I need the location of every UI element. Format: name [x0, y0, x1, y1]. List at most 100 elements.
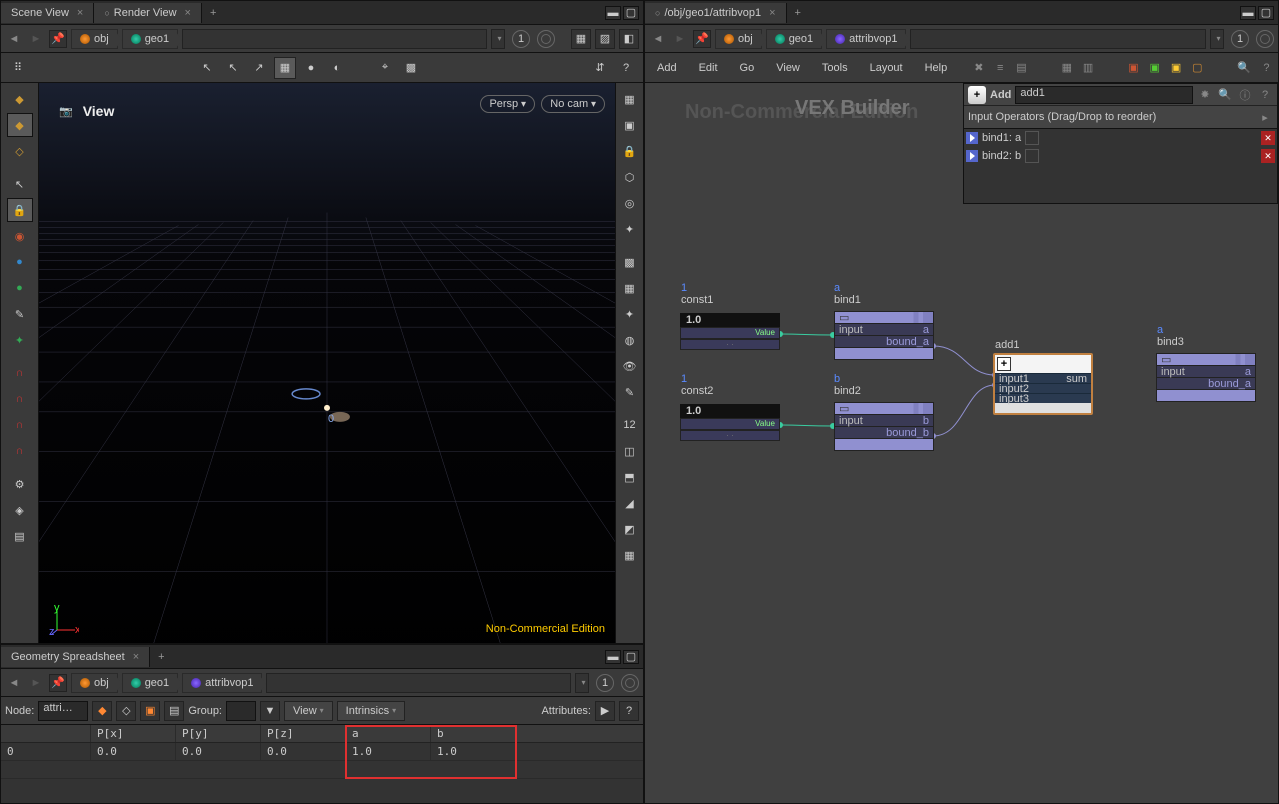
minimize-pane-icon[interactable]: ▬ [605, 6, 621, 20]
shelf-geo-yellow-icon[interactable]: ◆ [7, 87, 33, 111]
minimize-pane-icon[interactable]: ▬ [1240, 6, 1256, 20]
toolbar-btn-c[interactable]: ◧ [619, 29, 639, 49]
bars-icon[interactable]: ▤ [1016, 60, 1027, 76]
take-number[interactable]: 1 [1231, 30, 1249, 48]
attr-play-icon[interactable]: ▶ [595, 701, 615, 721]
nav-back-icon[interactable]: ◄ [649, 30, 667, 48]
node-const2-rail[interactable]: Value [680, 418, 780, 430]
promote-icon[interactable] [1025, 131, 1039, 145]
class-prim-icon[interactable]: ▣ [140, 701, 160, 721]
rshelf-icon-2[interactable]: ▣ [617, 113, 643, 137]
path-dropdown-icon[interactable] [1210, 29, 1224, 49]
menu-add[interactable]: Add [651, 58, 683, 78]
toolbar-btn-a[interactable]: ▦ [571, 29, 591, 49]
menu-layout[interactable]: Layout [864, 58, 909, 78]
path-dropdown-icon[interactable] [575, 673, 589, 693]
rshelf-brush-icon[interactable]: ✎ [617, 380, 643, 404]
shelf-gear-icon[interactable]: ⚙ [7, 472, 33, 496]
shelf-sphere-icon[interactable]: ● [7, 250, 33, 274]
shelf-edit-icon[interactable]: ✎ [7, 302, 33, 326]
col-a[interactable]: a [346, 725, 431, 742]
promote-icon[interactable] [1025, 149, 1039, 163]
shelf-globe-icon[interactable]: ● [7, 276, 33, 300]
nav-fwd-icon[interactable]: ► [27, 30, 45, 48]
shelf-geo-sel-icon[interactable]: ◆ [7, 113, 33, 137]
menu-go[interactable]: Go [734, 58, 761, 78]
path-dropdown-icon[interactable] [491, 29, 505, 49]
node-name-field[interactable]: add1 [1015, 86, 1193, 104]
rshelf-icon-5[interactable]: ✦ [617, 217, 643, 241]
camera-dropdown[interactable]: No cam ▾ [541, 95, 605, 113]
ring-icon[interactable] [537, 30, 555, 48]
search-icon[interactable]: 🔍 [1237, 60, 1251, 76]
tool-icon-5[interactable]: ⇵ [589, 57, 611, 79]
shelf-paper-icon[interactable]: ▤ [7, 524, 33, 548]
shelf-lock-icon[interactable]: 🔒 [7, 198, 33, 222]
shelf-misc-icon[interactable]: ◈ [7, 498, 33, 522]
rshelf-eye-icon[interactable]: 👁 [617, 354, 643, 378]
node-bind1[interactable]: ▭ inputa bound_a [834, 311, 934, 360]
take-number[interactable]: 1 [512, 30, 530, 48]
crumb-attribvop1[interactable]: attribvop1 [182, 673, 262, 693]
color-b-icon[interactable]: ▣ [1149, 60, 1160, 76]
pin-icon[interactable]: 📌 [693, 30, 711, 48]
maximize-pane-icon[interactable]: ▢ [623, 650, 639, 664]
crumb-obj[interactable]: obj [71, 673, 118, 693]
rshelf-icon-7[interactable]: ▦ [617, 276, 643, 300]
network-canvas[interactable]: Non-Commercial Edition VEX Builder + Add… [645, 83, 1278, 803]
rshelf-num-icon[interactable]: 12 [617, 413, 643, 437]
input-row[interactable]: bind2: b ✕ [964, 147, 1277, 165]
rshelf-icon-3[interactable]: ⬡ [617, 165, 643, 189]
crumb-geo1[interactable]: geo1 [122, 673, 178, 693]
tool-icon-3[interactable]: ⌖ [374, 57, 396, 79]
tool-icon-1[interactable]: ● [300, 57, 322, 79]
viewport-3d[interactable]: 0 📷 View Persp ▾ No cam ▾ Non-Commercial… [39, 83, 615, 643]
close-icon[interactable]: × [185, 7, 191, 19]
add-tab-button[interactable]: + [150, 647, 172, 667]
node-const2-footer[interactable]: · · [680, 430, 780, 441]
persp-dropdown[interactable]: Persp ▾ [480, 95, 535, 113]
shelf-tree-icon[interactable]: ✦ [7, 328, 33, 352]
toolbar-btn-b[interactable]: ▨ [595, 29, 615, 49]
class-detail-icon[interactable]: ▤ [164, 701, 184, 721]
node-bind2[interactable]: ▭ inputb bound_b [834, 402, 934, 451]
rshelf-icon-6[interactable]: ▩ [617, 250, 643, 274]
info-icon[interactable]: ⓘ [1237, 87, 1253, 103]
crumb-obj[interactable]: obj [715, 29, 762, 49]
node-field[interactable]: attri… [38, 701, 88, 721]
rshelf-lock-icon[interactable]: 🔒 [617, 139, 643, 163]
select-mode-icon[interactable]: ↖ [196, 57, 218, 79]
rshelf-icon-10[interactable]: ◫ [617, 439, 643, 463]
nav-fwd-icon[interactable]: ► [671, 30, 689, 48]
menu-help[interactable]: Help [919, 58, 954, 78]
shelf-person-icon[interactable]: ◉ [7, 224, 33, 248]
node-const1-footer[interactable]: · · [680, 339, 780, 350]
path-field[interactable] [910, 29, 1206, 49]
class-point-icon[interactable]: ◆ [92, 701, 112, 721]
ring-icon[interactable] [621, 674, 639, 692]
rshelf-icon-1[interactable]: ▦ [617, 87, 643, 111]
add-tab-button[interactable]: + [202, 3, 224, 23]
delete-input-icon[interactable]: ✕ [1261, 131, 1275, 145]
rshelf-icon-8[interactable]: ✦ [617, 302, 643, 326]
note-icon[interactable]: ▣ [1170, 60, 1181, 76]
help-icon[interactable]: ? [1257, 87, 1273, 103]
tab-geometry-spreadsheet[interactable]: Geometry Spreadsheet× [1, 647, 150, 667]
maximize-pane-icon[interactable]: ▢ [1258, 6, 1274, 20]
shelf-snap-a-icon[interactable]: ∩ [7, 361, 33, 385]
rshelf-icon-12[interactable]: ◩ [617, 517, 643, 541]
node-const2[interactable]: 1.0 [680, 404, 780, 418]
grid-icon[interactable]: ▦ [1061, 60, 1072, 76]
tab-render-view[interactable]: Render View× [94, 3, 202, 23]
list-icon[interactable]: ≡ [995, 60, 1006, 76]
search-icon[interactable]: 🔍 [1217, 87, 1233, 103]
class-vertex-icon[interactable]: ◇ [116, 701, 136, 721]
rshelf-ruler-icon[interactable]: ◢ [617, 491, 643, 515]
menu-tools[interactable]: Tools [816, 58, 854, 78]
help-icon[interactable]: ? [1261, 60, 1272, 76]
input-row[interactable]: bind1: a ✕ [964, 129, 1277, 147]
pin-icon[interactable]: 📌 [49, 30, 67, 48]
nav-back-icon[interactable]: ◄ [5, 674, 23, 692]
crumb-geo1[interactable]: geo1 [766, 29, 822, 49]
path-field[interactable] [266, 673, 571, 693]
